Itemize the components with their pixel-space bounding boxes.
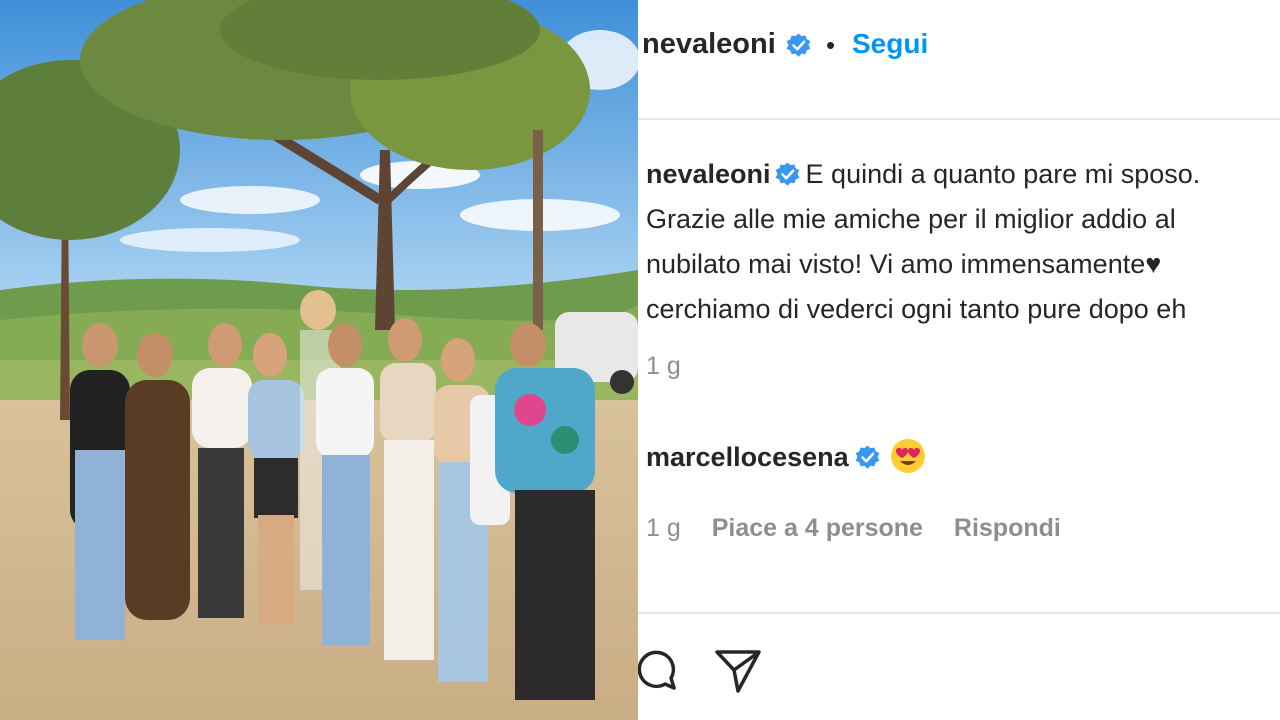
comment-icon[interactable] — [638, 648, 678, 692]
post-caption: nevaleoni E quindi a quanto pare mi spos… — [646, 152, 1280, 332]
caption-text-line: E quindi a quanto pare mi sposo. — [805, 159, 1201, 189]
verified-badge-icon — [775, 162, 799, 186]
reply-button[interactable]: Rispondi — [954, 514, 1061, 542]
caption-line-1: nevaleoni E quindi a quanto pare mi spos… — [646, 152, 1280, 197]
separator-dot: • — [826, 30, 836, 60]
post-detail-panel: nevaleoni • Segui nevaleoni E quindi a q… — [638, 0, 1280, 720]
comment-username[interactable]: marcellocesena — [646, 442, 849, 472]
comment-likes[interactable]: Piace a 4 persone — [712, 514, 923, 542]
post-header: nevaleoni • Segui — [638, 0, 1280, 120]
caption-timestamp[interactable]: 1 g — [646, 352, 681, 381]
heart-eyes-emoji-icon — [890, 439, 925, 473]
follow-button[interactable]: Segui — [852, 28, 928, 60]
caption-username[interactable]: nevaleoni — [646, 159, 771, 189]
caption-text-line: nubilato mai visto! Vi amo immensamente♥ — [646, 249, 1162, 279]
post-author-username[interactable]: nevaleoni — [642, 28, 776, 61]
caption-text-line: cerchiamo di vederci ogni tanto pure dop… — [646, 294, 1187, 324]
comment: marcellocesena — [646, 438, 926, 474]
comment-meta: 1 g Piace a 4 persone Rispondi — [646, 514, 1085, 543]
post-photo — [0, 0, 638, 720]
caption-text-line: Grazie alle mie amiche per il miglior ad… — [646, 204, 1176, 234]
comment-timestamp[interactable]: 1 g — [646, 514, 681, 542]
verified-badge-icon — [786, 33, 811, 57]
divider — [638, 612, 1280, 614]
verified-badge-icon — [855, 445, 880, 469]
share-icon[interactable] — [714, 648, 762, 694]
